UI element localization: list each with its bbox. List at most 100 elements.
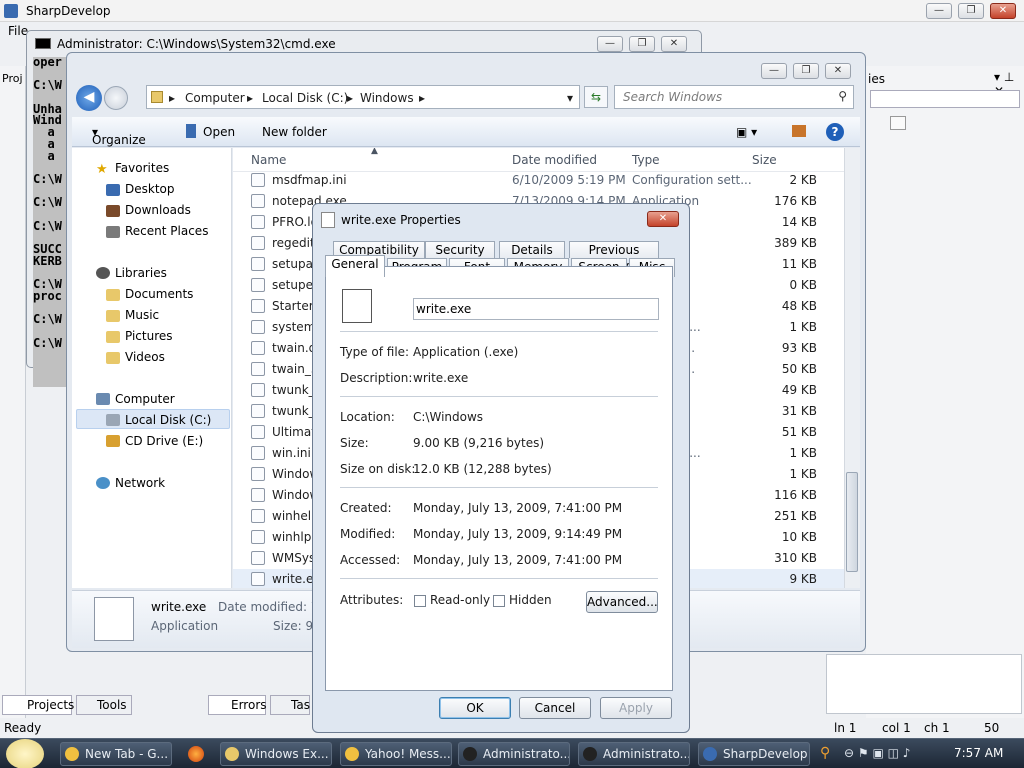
filename-input[interactable]: write.exe (413, 298, 659, 320)
file-icon (251, 509, 265, 523)
tab-general[interactable]: General (325, 255, 385, 277)
libraries-icon (96, 267, 110, 279)
nav-downloads[interactable]: Downloads (125, 203, 191, 217)
advanced-button[interactable]: Advanced... (586, 591, 658, 613)
tab-previous-versions[interactable]: Previous Versions (569, 241, 659, 273)
computer-icon (96, 393, 110, 405)
column-name[interactable]: Name (251, 153, 286, 167)
column-date[interactable]: Date modified (512, 153, 597, 167)
file-icon (251, 551, 265, 565)
file-list-scroll-thumb[interactable] (846, 472, 858, 572)
preview-pane-icon[interactable] (792, 125, 806, 137)
nav-videos[interactable]: Videos (125, 350, 165, 364)
nav-music[interactable]: Music (125, 308, 159, 322)
dialog-close-button[interactable]: ✕ (647, 211, 679, 227)
taskbar-item[interactable]: SharpDevelop (698, 742, 810, 766)
nav-cd-drive[interactable]: CD Drive (E:) (125, 434, 203, 448)
new-folder-button[interactable]: New folder (262, 125, 327, 139)
nav-local-disk[interactable]: Local Disk (C:) (125, 413, 211, 427)
nav-recent-places[interactable]: Recent Places (125, 224, 208, 238)
firefox-icon[interactable] (188, 746, 204, 762)
file-icon (251, 383, 265, 397)
apply-button[interactable]: Apply (600, 697, 672, 719)
explorer-close-button[interactable]: ✕ (825, 63, 851, 79)
sd-left-tab[interactable]: Proj (2, 72, 23, 85)
cell-size: 389 KB (774, 236, 817, 250)
views-icon[interactable]: ▣ ▾ (736, 125, 757, 139)
cmd-close-button[interactable]: ✕ (661, 36, 687, 52)
forward-button[interactable] (104, 86, 128, 110)
readonly-label[interactable]: Read-only (430, 593, 490, 607)
file-icon (251, 467, 265, 481)
tab-security[interactable]: Security (425, 241, 495, 258)
folder-icon (151, 91, 163, 103)
explorer-minimize-button[interactable]: — (761, 63, 787, 79)
refresh-button[interactable]: ⇆ (584, 86, 608, 108)
nav-libraries[interactable]: Libraries (115, 266, 167, 280)
back-button[interactable]: ◀ (76, 85, 102, 111)
sharpdevelop-icon (4, 4, 18, 18)
cancel-button[interactable]: Cancel (519, 697, 591, 719)
properties-dialog[interactable]: write.exe Properties ✕ Compatibility Secu… (312, 203, 690, 733)
tray-icons[interactable]: ⊖ ⚑ ▣ ◫ ♪ (844, 746, 910, 760)
breadcrumb-local-disk[interactable]: Local Disk (C:) (262, 91, 348, 105)
tab-errors[interactable]: Errors (208, 695, 267, 715)
taskbar-item[interactable]: New Tab - G... (60, 742, 172, 766)
hidden-label[interactable]: Hidden (509, 593, 552, 607)
cmd-minimize-button[interactable]: — (597, 36, 623, 52)
sd-minimize-button[interactable]: — (926, 3, 952, 19)
tab-tasks[interactable]: Tas (270, 695, 310, 715)
organize-button[interactable]: Organize ▾ (92, 125, 146, 147)
column-size[interactable]: Size (752, 153, 777, 167)
nav-computer[interactable]: Computer (115, 392, 175, 406)
taskbar-item-label: SharpDevelop (723, 747, 808, 761)
nav-network[interactable]: Network (115, 476, 165, 490)
cell-size: 48 KB (781, 299, 817, 313)
cell-date: 6/10/2009 5:19 PM (512, 173, 626, 187)
cell-name: twunk_ (272, 383, 315, 397)
location-label: Location: (340, 410, 395, 424)
help-icon[interactable]: ? (826, 123, 844, 141)
status-ch: ch 1 (924, 721, 950, 735)
start-button[interactable] (6, 739, 44, 768)
table-row[interactable]: msdfmap.ini 6/10/2009 5:19 PM Configuratio… (233, 170, 845, 191)
sd-close-button[interactable]: ✕ (990, 3, 1016, 19)
readonly-checkbox[interactable] (414, 595, 426, 607)
clock[interactable]: 7:57 AM (954, 746, 1003, 760)
address-bar[interactable]: ▸ Computer ▸ Local Disk (C:) ▸ Windows ▸… (146, 85, 580, 109)
search-input[interactable]: Search Windows ⚲ (614, 85, 854, 109)
search-tray-icon[interactable]: ⚲ (820, 745, 830, 761)
cmd-title: Administrator: C:\Windows\System32\cmd.e… (57, 37, 336, 51)
tab-projects[interactable]: Projects (2, 695, 74, 715)
modified-value: Monday, July 13, 2009, 9:14:49 PM (413, 527, 623, 541)
sd-right-combo[interactable] (870, 90, 1020, 108)
ok-button[interactable]: OK (439, 697, 511, 719)
sd-right-toolbar-icon[interactable] (890, 116, 906, 130)
separator (340, 487, 658, 488)
breadcrumb-computer[interactable]: Computer (185, 91, 245, 105)
taskbar-item[interactable]: Windows Ex... (220, 742, 332, 766)
hidden-checkbox[interactable] (493, 595, 505, 607)
cell-size: 93 KB (781, 341, 817, 355)
pictures-icon (106, 331, 120, 343)
address-dropdown-icon[interactable]: ▾ (567, 91, 573, 105)
taskbar-item[interactable]: Administrato... (458, 742, 570, 766)
tab-details[interactable]: Details (499, 241, 565, 258)
column-type[interactable]: Type (632, 153, 660, 167)
nav-pictures[interactable]: Pictures (125, 329, 173, 343)
taskbar-item[interactable]: Yahoo! Mess... (340, 742, 452, 766)
status-num: 50 (984, 721, 1000, 735)
cmd-maximize-button[interactable]: ❐ (629, 36, 655, 52)
taskbar-item[interactable]: Administrato... (578, 742, 690, 766)
nav-favorites[interactable]: Favorites (115, 161, 169, 175)
search-icon[interactable]: ⚲ (838, 89, 847, 103)
nav-documents[interactable]: Documents (125, 287, 193, 301)
breadcrumb-windows[interactable]: Windows (360, 91, 414, 105)
size-on-disk-label: Size on disk: (340, 462, 416, 476)
open-button[interactable]: Open (203, 125, 235, 139)
nav-desktop[interactable]: Desktop (125, 182, 175, 196)
taskbar-item-label: New Tab - G... (85, 747, 169, 761)
tab-tools[interactable]: Tools (76, 695, 132, 715)
sd-maximize-button[interactable]: ❐ (958, 3, 984, 19)
explorer-maximize-button[interactable]: ❐ (793, 63, 819, 79)
